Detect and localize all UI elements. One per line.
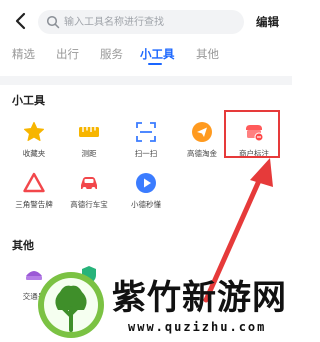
tab-other[interactable]: 其他 — [196, 46, 219, 62]
car-icon — [81, 177, 97, 191]
tool-label: 高德淘金 — [187, 149, 217, 158]
back-arrow-icon[interactable] — [12, 11, 30, 31]
search-input[interactable] — [64, 10, 239, 34]
tool-quick-explain[interactable]: 小德秒懂 — [118, 172, 174, 210]
tool-label: 扫一扫 — [134, 149, 158, 158]
watermark-title: 紫竹新游网 — [112, 278, 287, 318]
tab-services[interactable]: 服务 — [100, 46, 123, 62]
tree-logo-icon — [38, 272, 104, 338]
tool-driving-assistant[interactable]: 高德行车宝 — [61, 172, 117, 210]
tab-travel[interactable]: 出行 — [56, 46, 79, 62]
section-title-tools: 小工具 — [12, 94, 45, 107]
top-bar: 编辑 — [0, 0, 292, 42]
tool-label: 高德行车宝 — [70, 200, 108, 209]
category-tabs: 精选 出行 服务 小工具 其他 — [0, 44, 292, 66]
tool-label: 测距 — [81, 149, 97, 158]
ruler-icon — [79, 127, 99, 137]
paper-plane-icon — [192, 122, 212, 142]
scan-icon — [136, 122, 156, 142]
watermark: 紫竹新游网 www.quzizhu.com — [36, 268, 292, 342]
tool-favorites[interactable]: 收藏夹 — [6, 121, 62, 159]
play-icon — [136, 173, 156, 193]
tool-scan[interactable]: 扫一扫 — [118, 121, 174, 159]
tool-label: 三角警告牌 — [15, 200, 53, 209]
search-box[interactable] — [38, 10, 244, 34]
watermark-url: www.quzizhu.com — [128, 320, 267, 334]
search-icon — [46, 15, 60, 29]
section-title-other: 其他 — [12, 239, 34, 252]
tool-label: 小德秒懂 — [131, 200, 161, 209]
star-icon — [24, 121, 44, 141]
tab-featured[interactable]: 精选 — [12, 46, 35, 62]
warning-triangle-icon — [23, 172, 45, 193]
edit-button[interactable]: 编辑 — [256, 14, 279, 30]
tool-warning-triangle[interactable]: 三角警告牌 — [6, 172, 62, 210]
tool-label: 收藏夹 — [22, 149, 46, 158]
highlight-box — [224, 110, 280, 158]
active-tab-indicator — [148, 63, 162, 65]
tab-tools[interactable]: 小工具 — [140, 46, 175, 62]
tool-gold-rush[interactable]: 高德淘金 — [174, 121, 230, 159]
section-divider — [0, 76, 292, 85]
tool-measure-distance[interactable]: 测距 — [61, 121, 117, 159]
